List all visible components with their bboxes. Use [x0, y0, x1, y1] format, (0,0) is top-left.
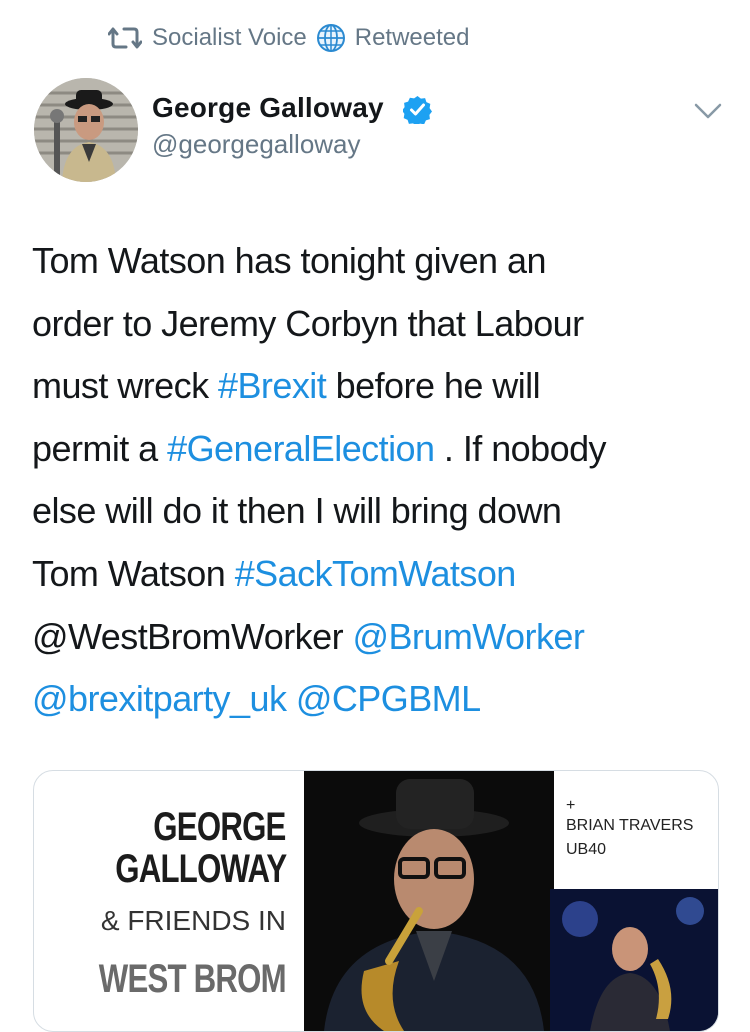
- retweeter-name[interactable]: Socialist Voice: [152, 24, 307, 52]
- guest-name: BRIAN TRAVERS: [566, 817, 694, 834]
- poster-title-line-1: GEORGE: [153, 805, 287, 849]
- tweet-text-part: @WestBromWorker: [32, 615, 344, 657]
- mention-brum-worker[interactable]: @BrumWorker: [352, 616, 584, 657]
- mention-brexit-party[interactable]: @brexitparty_uk: [32, 678, 287, 719]
- tweet-text: Tom Watson has tonight given an order to…: [32, 230, 722, 731]
- avatar-image: [34, 78, 138, 182]
- retweet-icon: [108, 27, 142, 49]
- tweet-text-part: [286, 678, 295, 719]
- hashtag-sack-tom-watson[interactable]: #SackTomWatson: [235, 553, 517, 594]
- chevron-down-icon[interactable]: [692, 100, 724, 122]
- globe-icon: [316, 24, 345, 52]
- poster-title-line-2: GALLOWAY: [114, 847, 287, 891]
- hashtag-brexit[interactable]: #Brexit: [218, 365, 327, 406]
- poster-venue: WEST BROM: [98, 957, 287, 1001]
- retweet-context[interactable]: Socialist Voice Retweeted: [108, 22, 470, 54]
- verified-badge-icon: [403, 96, 432, 124]
- plus-sign: +: [566, 797, 576, 814]
- author-name[interactable]: George Galloway: [152, 92, 384, 124]
- poster-subtitle: & FRIENDS IN: [100, 905, 286, 936]
- avatar[interactable]: [34, 78, 138, 182]
- hashtag-general-election[interactable]: #GeneralElection: [167, 428, 435, 469]
- guest-photo: [550, 889, 718, 1031]
- guest-band: UB40: [566, 841, 607, 858]
- retweeted-label: Retweeted: [354, 24, 470, 51]
- author-handle[interactable]: @georgegalloway: [152, 129, 361, 160]
- mention-cpgbml[interactable]: @CPGBML: [296, 678, 481, 719]
- media-card[interactable]: GEORGE GALLOWAY & FRIENDS IN WEST BROM +…: [33, 770, 719, 1032]
- saxophone-photo: [304, 771, 554, 1031]
